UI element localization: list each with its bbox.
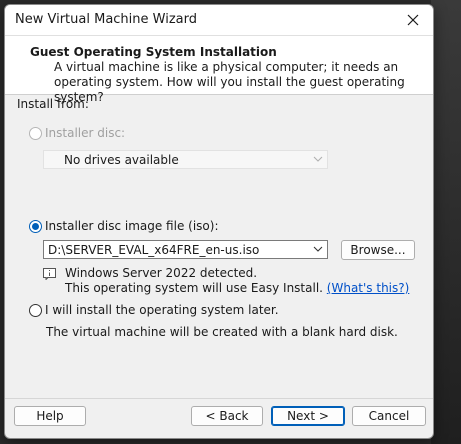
installer-disc-label: Installer disc:: [45, 126, 126, 140]
back-button[interactable]: < Back: [191, 406, 263, 426]
installer-disc-dropdown-value: No drives available: [64, 153, 179, 167]
desktop-background: [431, 0, 461, 444]
chevron-down-icon: [313, 246, 323, 252]
iso-radio[interactable]: [29, 220, 42, 233]
installer-disc-radio[interactable]: [29, 127, 42, 140]
window-title: New Virtual Machine Wizard: [15, 12, 197, 27]
os-detected-text: Windows Server 2022 detected.: [65, 266, 258, 280]
whats-this-link[interactable]: (What's this?): [327, 281, 410, 295]
close-icon: [407, 14, 419, 26]
easy-install-text: This operating system will use Easy Inst…: [65, 281, 323, 295]
title-bar: New Virtual Machine Wizard: [5, 5, 433, 36]
browse-button[interactable]: Browse...: [341, 240, 415, 260]
page-description: A virtual machine is like a physical com…: [54, 60, 405, 104]
next-button[interactable]: Next >: [271, 406, 345, 426]
wizard-header: Guest Operating System Installation A vi…: [5, 36, 433, 104]
install-later-radio[interactable]: [29, 304, 42, 317]
iso-path-combobox[interactable]: D:\SERVER_EVAL_x64FRE_en-us.iso: [43, 240, 328, 259]
close-button[interactable]: [393, 5, 433, 35]
easy-install-line: This operating system will use Easy Inst…: [65, 281, 409, 295]
wizard-window: New Virtual Machine Wizard Guest Operati…: [4, 4, 434, 439]
installer-disc-dropdown[interactable]: No drives available: [43, 150, 328, 169]
cancel-button[interactable]: Cancel: [352, 406, 426, 426]
install-later-label: I will install the operating system late…: [45, 303, 279, 317]
page-title: Guest Operating System Installation: [30, 45, 277, 59]
iso-path-value: D:\SERVER_EVAL_x64FRE_en-us.iso: [48, 243, 260, 257]
footer-divider: [5, 398, 433, 399]
iso-label: Installer disc image file (iso):: [45, 219, 219, 233]
install-from-label: Install from:: [17, 97, 89, 111]
help-button[interactable]: Help: [14, 406, 86, 426]
info-icon: [43, 268, 56, 280]
chevron-down-icon: [313, 156, 323, 162]
install-later-description: The virtual machine will be created with…: [46, 325, 398, 339]
